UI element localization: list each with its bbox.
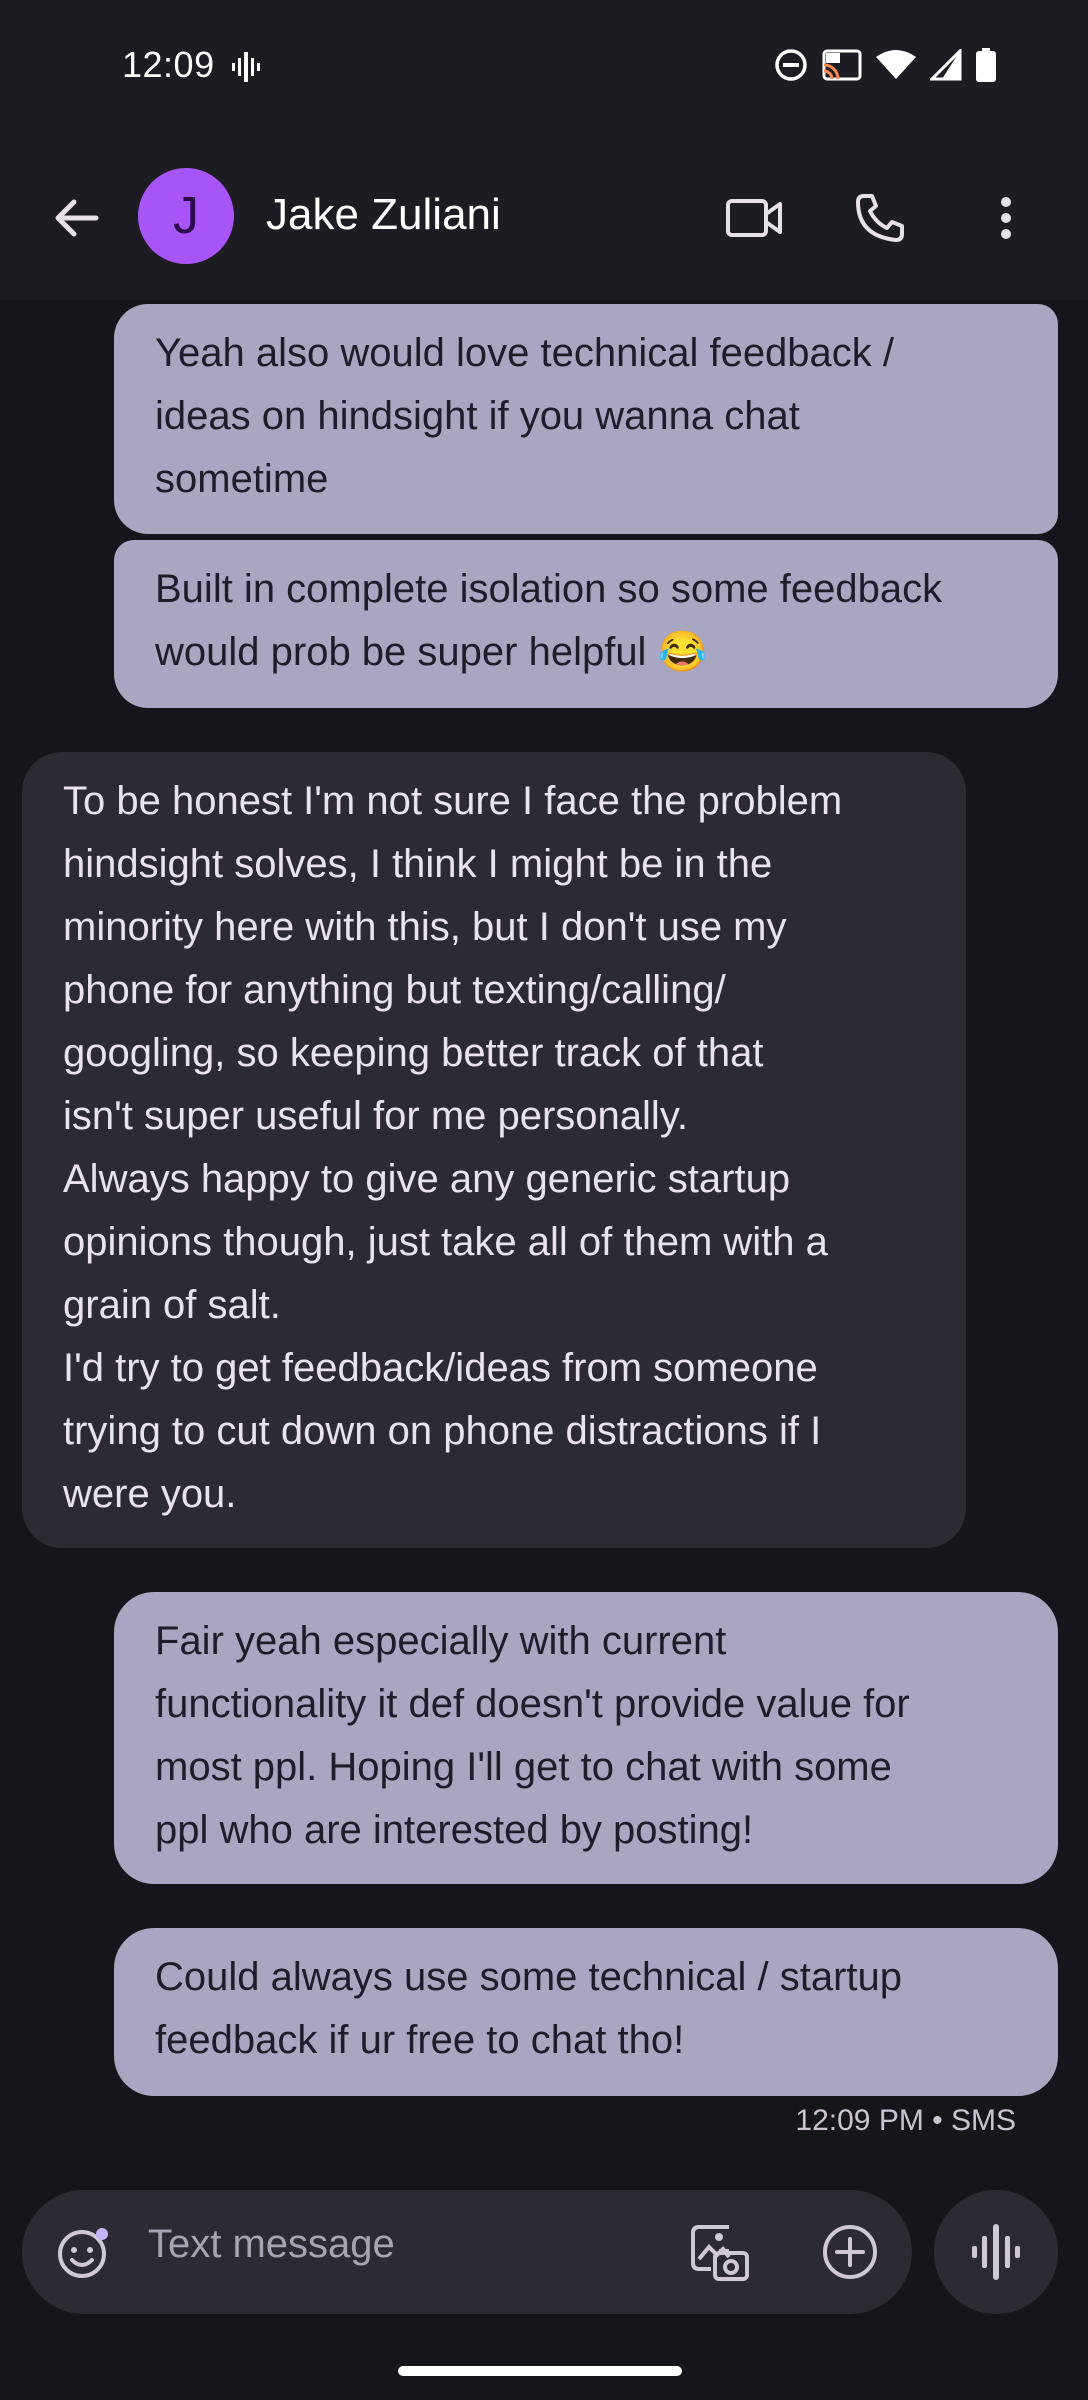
message-bubble-incoming[interactable]: To be honest I'm not sure I face the pro… xyxy=(22,752,966,1548)
attach-button[interactable] xyxy=(818,2220,882,2284)
contact-name[interactable]: Jake Zuliani xyxy=(266,190,501,240)
voice-waveform-icon xyxy=(966,2222,1026,2282)
signal-icon xyxy=(930,49,962,81)
gallery-button[interactable] xyxy=(688,2220,752,2284)
call-button[interactable] xyxy=(848,186,912,250)
arrow-left-icon xyxy=(55,199,99,237)
battery-icon xyxy=(976,48,996,82)
video-call-button[interactable] xyxy=(722,186,786,250)
plus-circle-icon xyxy=(823,2225,877,2279)
phone-icon xyxy=(856,194,904,242)
more-vert-icon xyxy=(1001,197,1011,239)
message-bubble-outgoing[interactable]: Yeah also would love technical feedback … xyxy=(114,304,1058,534)
message-bubble-outgoing[interactable]: Built in complete isolation so some feed… xyxy=(114,540,1058,708)
home-indicator[interactable] xyxy=(398,2366,682,2376)
vibrate-icon xyxy=(232,52,260,87)
avatar[interactable]: J xyxy=(138,168,234,264)
emoji-icon xyxy=(58,2228,108,2278)
message-timestamp: 12:09 PM • SMS xyxy=(795,2104,1016,2137)
cast-icon xyxy=(822,49,862,81)
status-icons xyxy=(774,48,996,82)
gallery-icon xyxy=(691,2225,749,2281)
more-options-button[interactable] xyxy=(974,186,1038,250)
message-bubble-outgoing[interactable]: Could always use some technical / startu… xyxy=(114,1928,1058,2096)
message-input[interactable] xyxy=(146,2221,670,2268)
dnd-icon xyxy=(775,49,807,81)
video-camera-icon xyxy=(726,199,782,237)
back-button[interactable] xyxy=(48,190,104,246)
wifi-icon xyxy=(876,50,916,79)
message-bubble-outgoing[interactable]: Fair yeah especially with current functi… xyxy=(114,1592,1058,1884)
emoji-button[interactable] xyxy=(54,2222,114,2282)
status-time: 12:09 xyxy=(122,44,215,85)
